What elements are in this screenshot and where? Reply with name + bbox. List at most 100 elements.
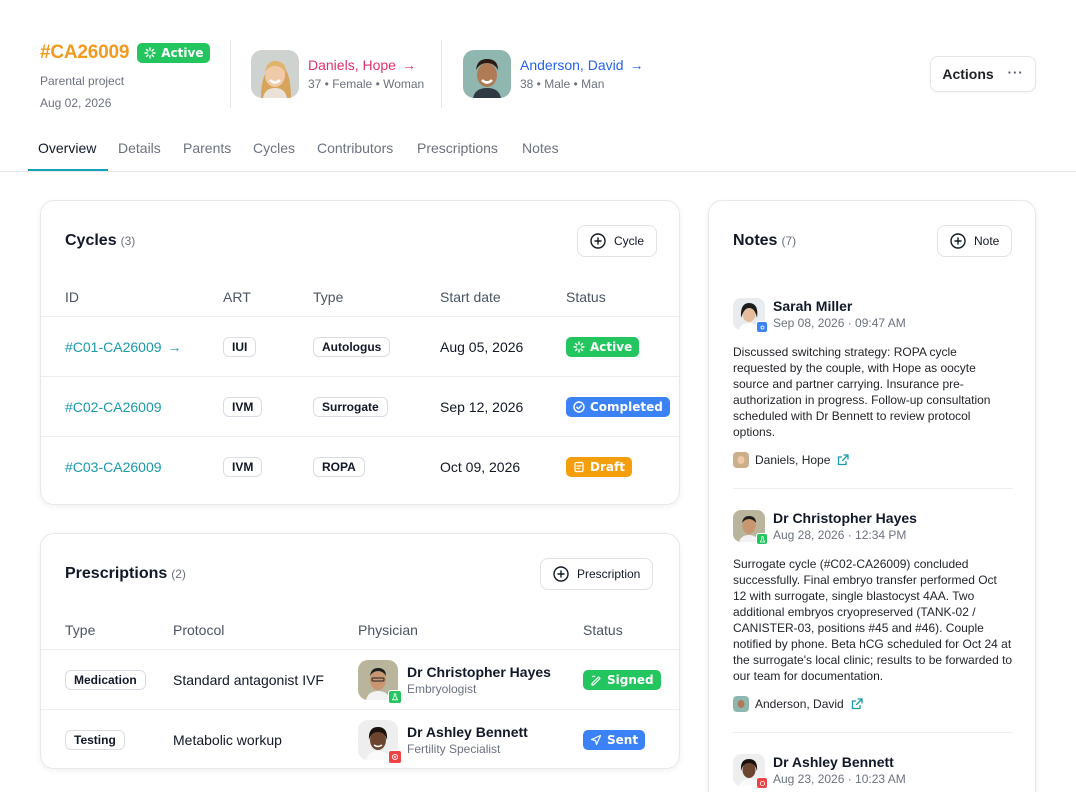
protocol: Standard antagonist IVF [173, 672, 324, 688]
physician-role: Fertility Specialist [407, 742, 501, 756]
check-circle-icon [573, 401, 585, 413]
art-tag: IVM [223, 457, 263, 477]
prescriptions-title: Prescriptions (2) [65, 565, 186, 582]
cycles-card: Cycles (3) Cycle ID ART Type Start date S… [40, 200, 680, 505]
project-date: Aug 02, 2026 [40, 96, 112, 110]
cycles-title: Cycles (3) [65, 232, 136, 249]
table-row[interactable]: Medication Standard antagonist IVF Dr Ch… [41, 649, 679, 709]
parent-name: Daniels, Hope [308, 57, 396, 73]
arrow-right-icon: → [401, 57, 416, 73]
more-icon: ··· [1007, 64, 1024, 80]
physician-name: Dr Ashley Bennett [407, 724, 528, 740]
note-author: Dr Christopher Hayes [773, 510, 917, 526]
column-header: Status [566, 289, 606, 305]
avatar [733, 298, 768, 333]
flask-icon [756, 533, 768, 545]
tab-prescriptions[interactable]: Prescriptions [417, 140, 498, 156]
cycle-id-link[interactable]: #C02-CA26009 [65, 377, 162, 437]
status-badge: Completed [566, 397, 670, 417]
arrow-right-icon: → [629, 57, 644, 73]
tab-contributors[interactable]: Contributors [317, 140, 393, 156]
start-date: Oct 09, 2026 [440, 459, 521, 475]
tab-bar: Overview Details Parents Cycles Contribu… [0, 130, 1076, 172]
tab-overview[interactable]: Overview [38, 140, 96, 156]
plus-circle-icon [590, 233, 606, 249]
note-reference[interactable]: Anderson, David [733, 696, 1013, 712]
status-badge: Signed [583, 670, 661, 690]
divider [230, 40, 231, 108]
note-author: Sarah Miller [773, 298, 853, 314]
project-summary: #CA26009 Active Parental project Aug 02,… [40, 42, 211, 110]
avatar [733, 696, 749, 712]
external-link-icon[interactable] [836, 453, 850, 467]
divider [733, 732, 1013, 733]
reference-name: Anderson, David [755, 697, 844, 711]
avatar [733, 452, 749, 468]
note-item: Dr Ashley Bennett Aug 23, 2026 · 10:23 A… [733, 754, 1013, 789]
table-row[interactable]: Testing Metabolic workup Dr Ashley Benne… [41, 709, 679, 768]
prescriptions-card: Prescriptions (2) Prescription Type Proto… [40, 533, 680, 769]
type-tag: Testing [65, 730, 125, 750]
flask-icon [388, 690, 402, 704]
note-author: Dr Ashley Bennett [773, 754, 894, 770]
note-item: Sarah Miller Sep 08, 2026 · 09:47 AM Dis… [733, 298, 1013, 468]
arrow-right-icon: → [167, 339, 182, 355]
note-reference[interactable]: Daniels, Hope [733, 452, 1013, 468]
art-tag: IVM [223, 397, 263, 417]
type-tag: ROPA [313, 457, 365, 477]
edit-document-icon [574, 461, 584, 473]
plus-circle-icon [950, 233, 966, 249]
medical-icon [756, 777, 768, 789]
project-type: Parental project [40, 74, 125, 88]
status-badge: Sent [583, 730, 646, 750]
avatar [251, 50, 299, 98]
note-body: Surrogate cycle (#C02-CA26009) concluded… [733, 557, 1013, 683]
tab-parents[interactable]: Parents [183, 140, 231, 156]
table-row[interactable]: #C02-CA26009 IVM Surrogate Sep 12, 2026 … [41, 376, 679, 436]
actions-button[interactable]: Actions ··· [930, 56, 1036, 92]
parent-card-david[interactable]: Anderson, David → 38 • Male • Man [463, 50, 644, 98]
divider [441, 40, 442, 108]
loader-icon [573, 341, 585, 353]
type-tag: Surrogate [313, 397, 388, 417]
type-tag: Medication [65, 670, 146, 690]
signature-icon [591, 675, 601, 686]
tab-details[interactable]: Details [118, 140, 161, 156]
column-header: Type [65, 622, 96, 638]
add-prescription-button[interactable]: Prescription [540, 558, 654, 590]
note-timestamp: Sep 08, 2026 · 09:47 AM [773, 316, 906, 330]
parent-meta: 38 • Male • Man [520, 77, 605, 91]
parent-meta: 37 • Female • Woman [308, 77, 425, 91]
reference-name: Daniels, Hope [755, 453, 831, 467]
notes-card: Notes (7) Note Sarah Miller Sep 08, 2026 … [708, 200, 1036, 792]
table-row[interactable]: #C03-CA26009 IVM ROPA Oct 09, 2026 Draft [41, 436, 679, 496]
add-note-button[interactable]: Note [937, 225, 1013, 257]
column-header: Protocol [173, 622, 225, 638]
cycle-id-link[interactable]: #C03-CA26009 [65, 437, 162, 497]
medical-icon [388, 750, 402, 764]
start-date: Aug 05, 2026 [440, 339, 524, 355]
notes-title: Notes (7) [733, 232, 797, 249]
column-header: ART [223, 289, 251, 305]
external-link-icon[interactable] [850, 697, 864, 711]
physician[interactable]: Dr Christopher Hayes Embryologist [358, 660, 551, 704]
column-header: Status [583, 622, 623, 638]
note-timestamp: Aug 28, 2026 · 12:34 PM [773, 528, 907, 542]
cycle-id-link[interactable]: #C01-CA26009 [65, 339, 162, 355]
tab-notes[interactable]: Notes [522, 140, 559, 156]
loader-icon [144, 47, 156, 59]
avatar [358, 720, 402, 764]
add-cycle-button[interactable]: Cycle [577, 225, 658, 257]
tab-cycles[interactable]: Cycles [253, 140, 295, 156]
parent-card-hope[interactable]: Daniels, Hope → 37 • Female • Woman [251, 50, 424, 98]
art-tag: IUI [223, 337, 257, 357]
avatar [733, 754, 768, 789]
start-date: Sep 12, 2026 [440, 399, 524, 415]
status-badge: Active [566, 337, 640, 357]
table-row[interactable]: #C01-CA26009 → IUI Autologus Aug 05, 2026… [41, 316, 679, 376]
status-badge: Draft [566, 457, 632, 477]
avatar [463, 50, 511, 98]
physician[interactable]: Dr Ashley Bennett Fertility Specialist [358, 720, 528, 764]
project-header: #CA26009 Active Parental project Aug 02,… [0, 0, 1076, 120]
column-header: Start date [440, 289, 501, 305]
